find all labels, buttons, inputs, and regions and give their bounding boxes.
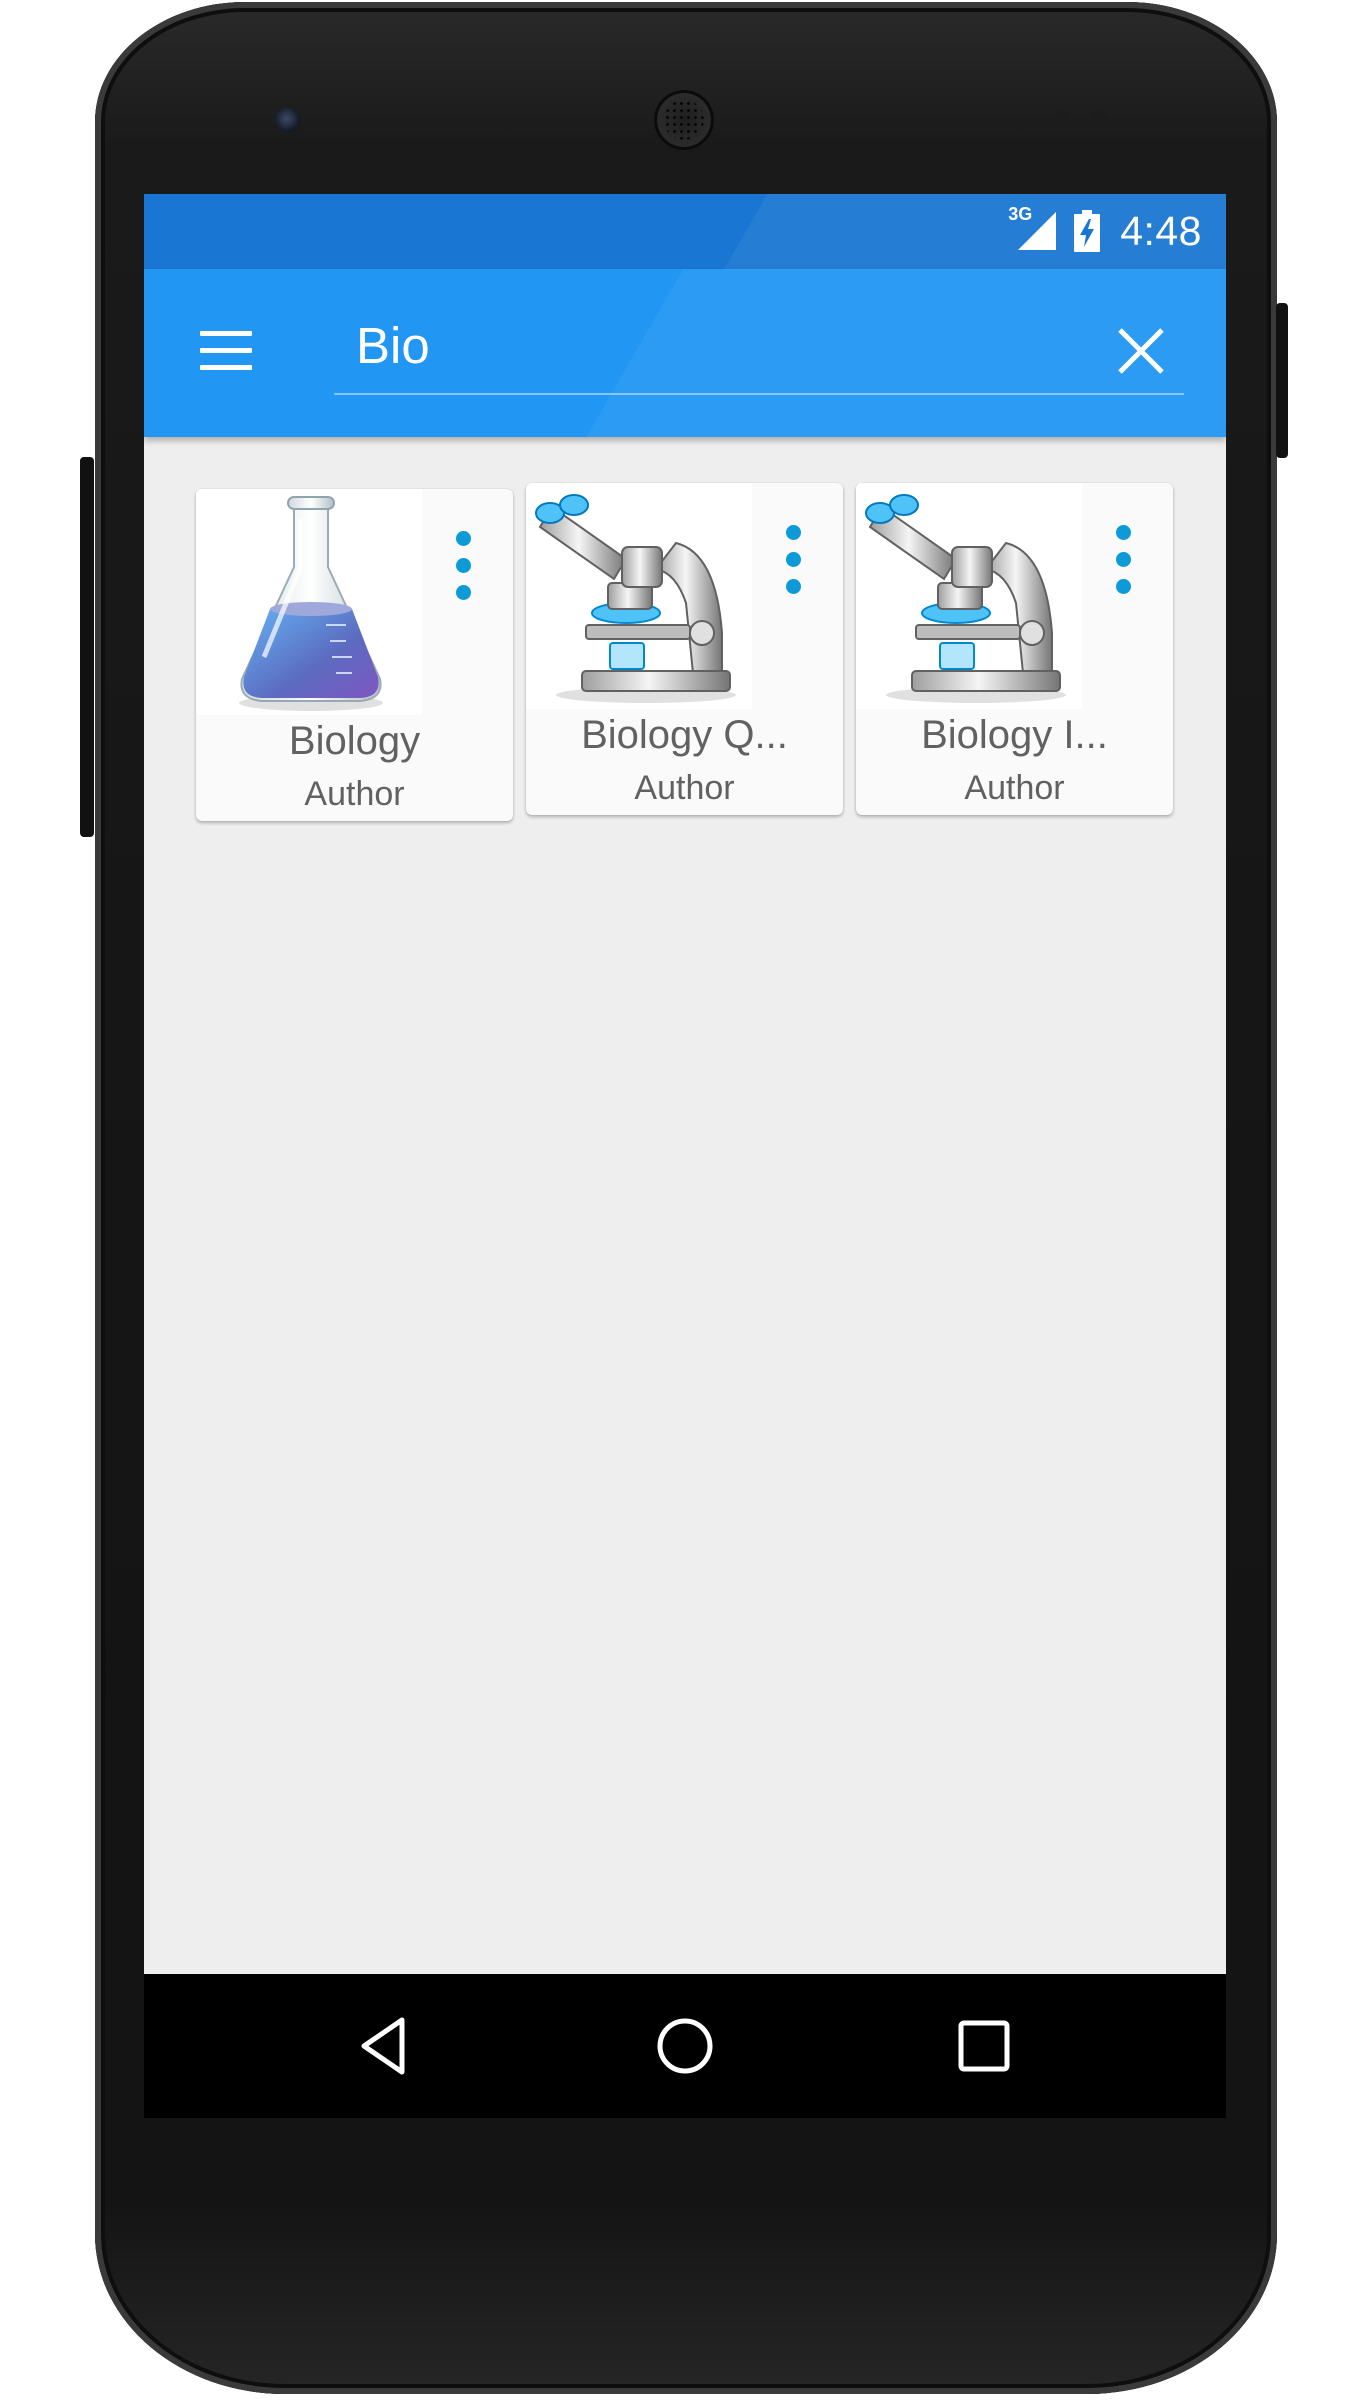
search-results-grid: Biology Author Biology Q... Author Biolo… — [196, 483, 1186, 829]
recents-square-icon[interactable] — [948, 2010, 1020, 2082]
result-author: Author — [304, 775, 405, 813]
home-circle-icon[interactable] — [649, 2010, 721, 2082]
result-card[interactable]: Biology I... Author — [856, 483, 1173, 815]
cell-signal-icon: 3G — [1008, 204, 1058, 252]
hamburger-menu-icon[interactable] — [196, 327, 256, 375]
light-sensor — [1090, 110, 1106, 126]
result-title: Biology — [288, 719, 421, 763]
flask-icon — [196, 489, 422, 715]
network-type-label: 3G — [1008, 204, 1033, 224]
proximity-sensor — [1054, 110, 1070, 126]
overflow-menu-icon[interactable] — [774, 519, 814, 599]
search-input[interactable] — [334, 305, 1094, 385]
search-field — [334, 297, 1184, 395]
system-navigation-bar — [144, 1974, 1226, 2118]
power-button — [1276, 303, 1288, 458]
close-icon[interactable] — [1112, 322, 1170, 380]
front-camera — [275, 107, 301, 133]
status-bar: 3G 4:48 — [144, 194, 1226, 269]
volume-button — [80, 457, 94, 837]
overflow-menu-icon[interactable] — [1104, 519, 1144, 599]
result-title: Biology I... — [921, 713, 1108, 757]
status-clock: 4:48 — [1120, 207, 1202, 254]
screen: 3G 4:48 Bio Biology Author Biology Q... … — [144, 194, 1226, 2118]
search-toolbar — [144, 269, 1226, 437]
back-triangle-icon[interactable] — [350, 2010, 422, 2082]
result-card[interactable]: Biology Q... Author — [526, 483, 843, 815]
microscope-icon — [856, 483, 1082, 709]
status-icons: 3G 4:48 — [1008, 204, 1202, 256]
result-card[interactable]: Biology Author — [196, 489, 513, 821]
overflow-menu-icon[interactable] — [444, 525, 484, 605]
result-title: Biology Q... — [581, 713, 788, 757]
earpiece-speaker — [654, 90, 714, 150]
microscope-icon — [526, 483, 752, 709]
result-author: Author — [964, 769, 1065, 807]
result-author: Author — [634, 769, 735, 807]
battery-charging-icon — [1074, 210, 1101, 252]
